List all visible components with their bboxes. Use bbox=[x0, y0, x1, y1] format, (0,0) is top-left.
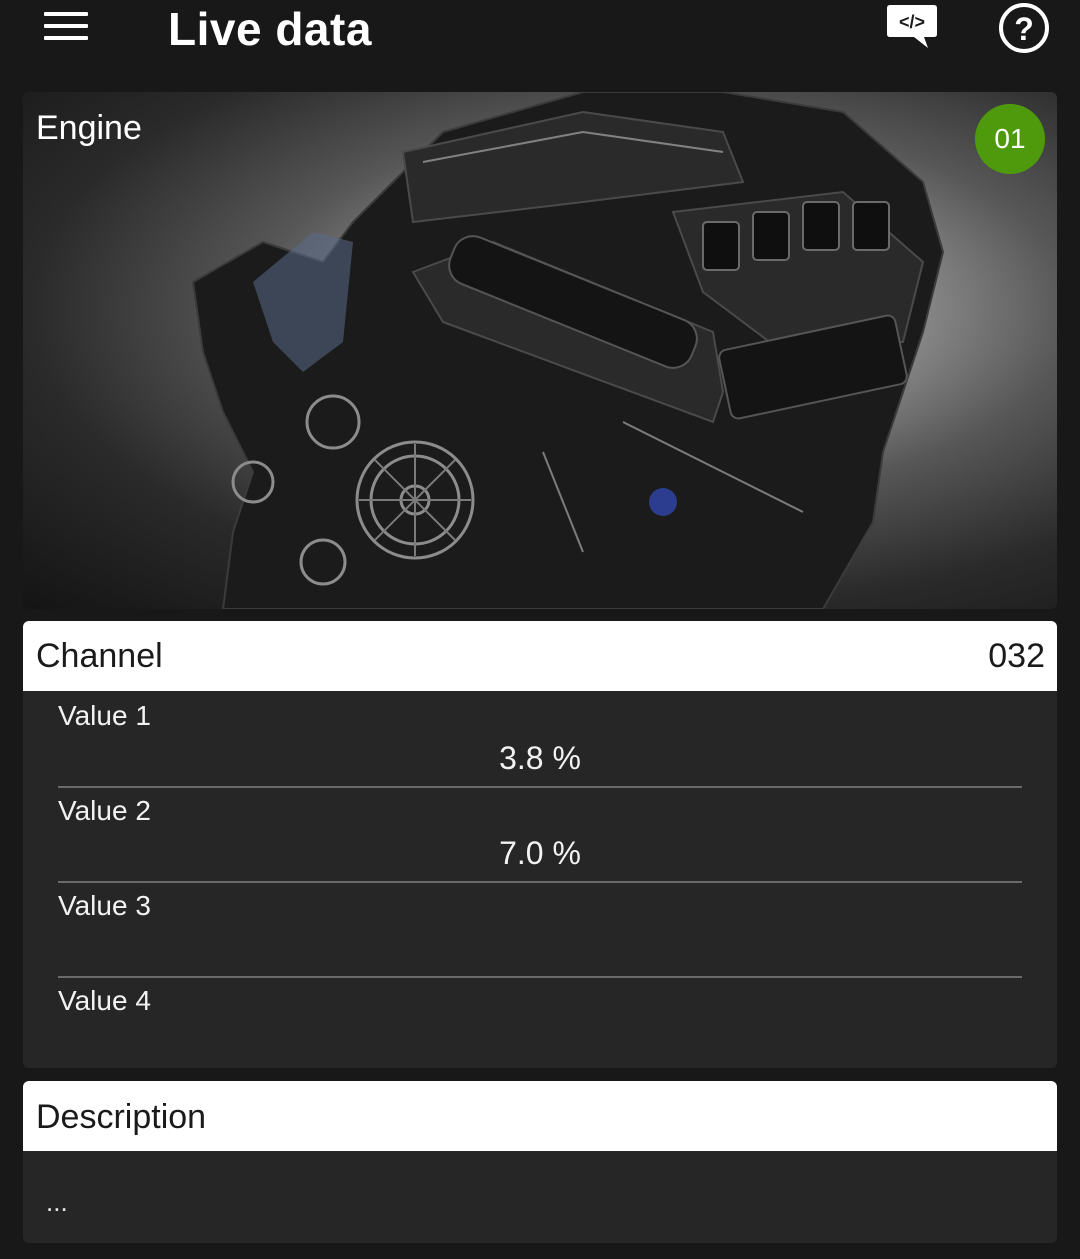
value-row-1: Value 1 3.8 % bbox=[58, 691, 1022, 788]
ecu-address-badge: 01 bbox=[975, 104, 1045, 174]
value-row-3: Value 3 bbox=[58, 881, 1022, 978]
value-label: Value 1 bbox=[58, 700, 151, 731]
help-circle-icon[interactable]: ? bbox=[996, 0, 1052, 56]
value-reading: 7.0 % bbox=[499, 835, 581, 871]
description-label: Description bbox=[36, 1098, 207, 1136]
value-label: Value 4 bbox=[58, 985, 151, 1016]
help-icon-glyph: ? bbox=[1014, 11, 1034, 47]
engine-label: Engine bbox=[36, 109, 142, 147]
description-text: ... bbox=[46, 1187, 68, 1217]
value-row-4: Value 4 bbox=[58, 976, 1022, 1071]
engine-photo bbox=[191, 92, 945, 609]
value-label: Value 3 bbox=[58, 890, 151, 921]
channel-label: Channel bbox=[36, 637, 163, 675]
page-title: Live data bbox=[168, 3, 372, 55]
description-header[interactable]: Description bbox=[23, 1081, 1057, 1151]
description-body: ... bbox=[23, 1151, 1057, 1243]
code-icon-glyph: </> bbox=[899, 12, 925, 32]
code-chat-icon[interactable]: </> bbox=[884, 2, 940, 50]
live-data-screen: Live data </> ? Engine 01 Channel 032 Va… bbox=[0, 0, 1080, 1259]
value-row-2: Value 2 7.0 % bbox=[58, 786, 1022, 883]
channel-values-panel: Value 1 3.8 % Value 2 7.0 % Value 3 Valu… bbox=[23, 691, 1057, 1068]
value-reading: 3.8 % bbox=[499, 740, 581, 776]
channel-number: 032 bbox=[988, 637, 1045, 675]
hamburger-menu-icon[interactable] bbox=[40, 6, 92, 46]
channel-header[interactable]: Channel 032 bbox=[23, 621, 1057, 691]
engine-card[interactable]: Engine 01 bbox=[23, 92, 1057, 609]
top-app-bar: Live data </> ? bbox=[0, 0, 1080, 70]
value-label: Value 2 bbox=[58, 795, 151, 826]
